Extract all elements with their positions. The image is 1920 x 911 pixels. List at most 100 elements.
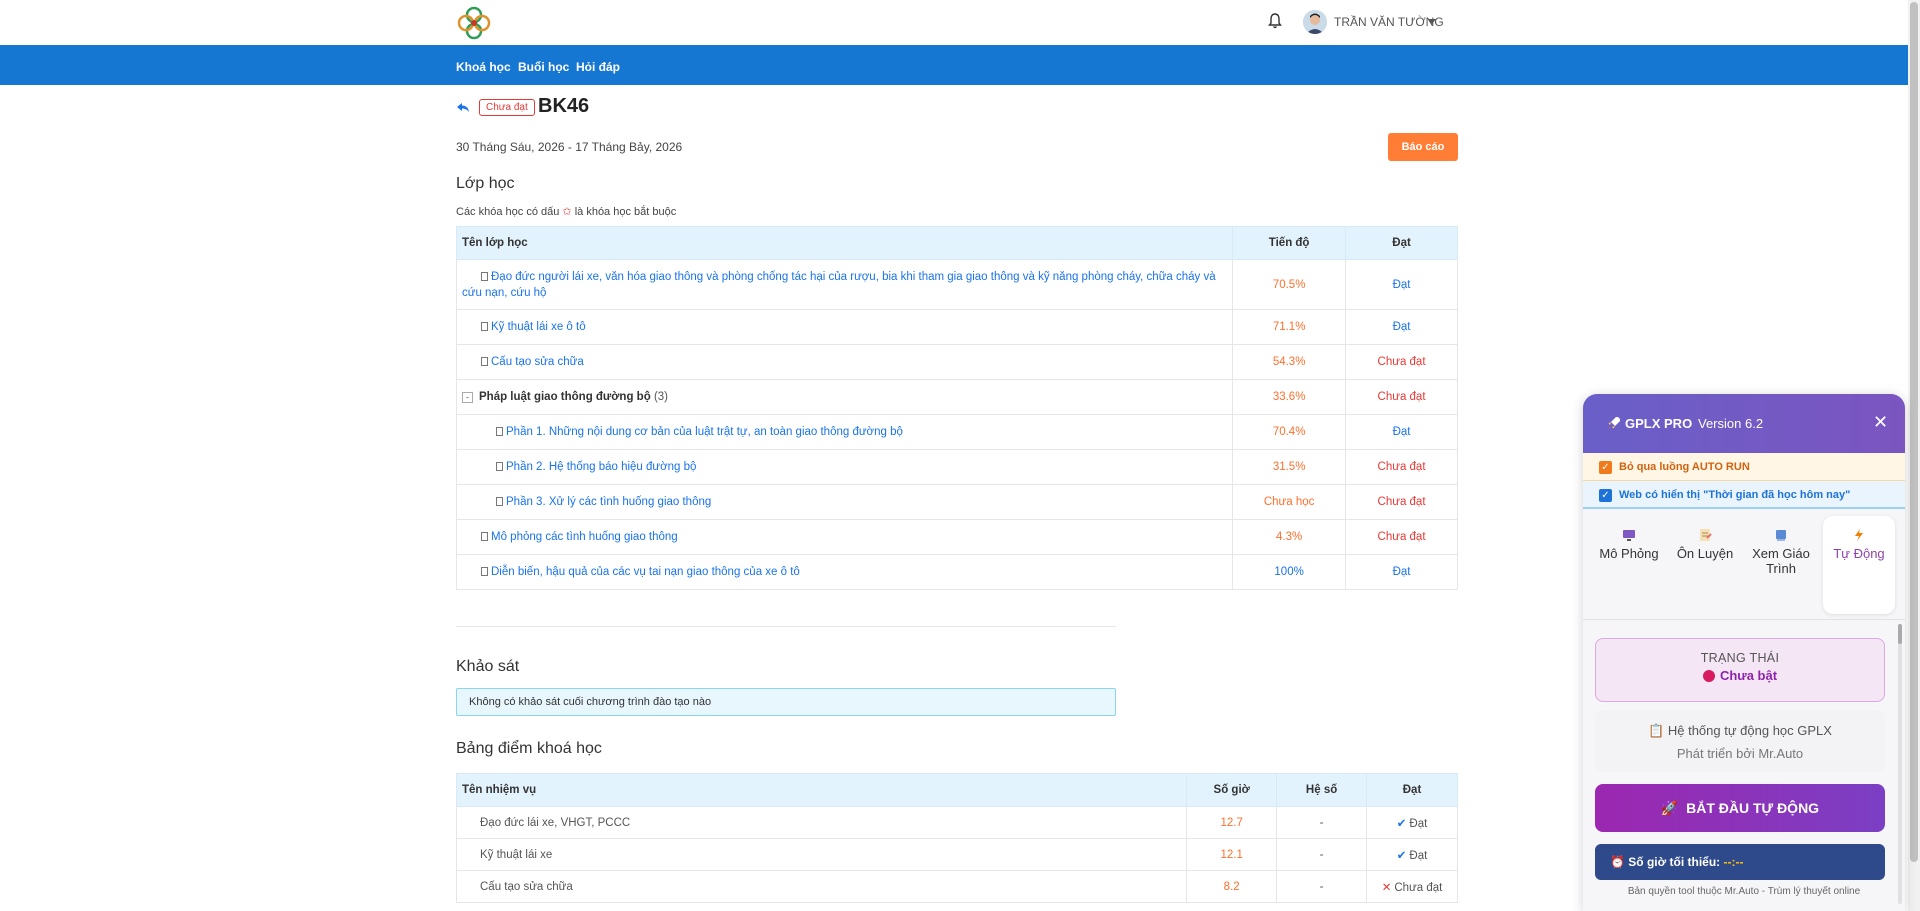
class-link[interactable]: Diễn biến, hậu quả của các vụ tai nạn gi… <box>491 566 800 578</box>
document-icon <box>496 462 503 471</box>
task-name: Kỹ thuật lái xe <box>455 838 1188 871</box>
col-header-progress: Tiến độ <box>1232 226 1347 260</box>
option-skip-autorun[interactable]: ✓ Bỏ qua luồng AUTO RUN <box>1583 453 1905 481</box>
document-icon <box>481 357 488 366</box>
progress-value: 4.3% <box>1232 519 1347 555</box>
scores-title: Bảng điểm khoá học <box>456 740 602 757</box>
result-value: Đạt <box>1345 309 1458 345</box>
cross-icon: ✕ <box>1381 881 1392 894</box>
result-value: Đạt <box>1345 259 1458 310</box>
table-row: Phần 1. Những nội dung cơ bản của luật t… <box>455 414 1458 450</box>
table-header-row: Tên lớp học Tiến độ Đạt <box>455 226 1458 260</box>
status-label: TRẠNG THÁI <box>1700 651 1780 665</box>
lightning-icon <box>1855 529 1863 541</box>
avatar[interactable] <box>1303 10 1327 34</box>
progress-value: 70.5% <box>1232 259 1347 310</box>
table-row: Diễn biến, hậu quả của các vụ tai nạn gi… <box>455 554 1458 590</box>
rocket-icon <box>1608 417 1620 429</box>
class-link[interactable]: Đạo đức người lái xe, văn hóa giao thông… <box>462 271 1216 299</box>
document-icon <box>481 322 488 331</box>
date-range: 30 Tháng Sáu, 2026 - 17 Tháng Bảy, 2026 <box>456 140 683 154</box>
document-icon <box>496 497 503 506</box>
nav-item-sessions[interactable]: Buổi học <box>518 60 569 74</box>
option-web-time[interactable]: ✓ Web có hiển thị "Thời gian đã học hôm … <box>1583 481 1905 509</box>
class-link[interactable]: Phần 3. Xử lý các tình huống giao thông <box>506 496 711 508</box>
hours-value: 12.1 <box>1186 838 1278 871</box>
table-row: Phần 3. Xử lý các tình huống giao thông … <box>455 484 1458 520</box>
gplx-pro-panel: GPLX PRO Version 6.2 ✕ ✓ Bỏ qua luồng AU… <box>1583 394 1905 911</box>
document-icon <box>481 532 488 541</box>
page-scrollbar-thumb[interactable] <box>1910 2 1918 862</box>
result-value: Đạt <box>1409 817 1428 830</box>
system-info-box: 📋 Hệ thống tự động học GPLX Phát triển b… <box>1595 710 1885 772</box>
status-badge: Chưa đạt <box>479 99 535 116</box>
book-icon <box>1776 530 1786 541</box>
check-icon: ✔ <box>1396 849 1407 862</box>
tab-auto[interactable]: Tự Động <box>1823 516 1895 614</box>
document-icon <box>481 271 488 281</box>
class-link[interactable]: Phần 2. Hệ thống báo hiệu đường bộ <box>506 461 696 473</box>
min-hours-value: --:-- <box>1723 855 1744 869</box>
panel-tabs: Mô Phỏng Ôn Luyện Xem Giáo Trình Tự Động <box>1583 512 1905 620</box>
class-link[interactable]: Phần 1. Những nội dung cơ bản của luật t… <box>506 426 903 438</box>
nav-item-courses[interactable]: Khoá học <box>456 60 511 74</box>
result-value: Chưa đạt <box>1345 519 1458 555</box>
nav-item-qa[interactable]: Hỏi đáp <box>576 60 620 74</box>
min-hours-label: Số giờ tối thiểu: <box>1628 855 1721 869</box>
start-auto-button[interactable]: 🚀 BẮT ĐẦU TỰ ĐỘNG <box>1595 784 1885 832</box>
result-value: Chưa đạt <box>1345 379 1458 415</box>
table-row: Đạo đức người lái xe, văn hóa giao thông… <box>455 259 1458 310</box>
survey-title: Khảo sát <box>456 658 520 675</box>
coefficient-value: - <box>1276 806 1368 839</box>
collapse-toggle[interactable]: - <box>462 392 473 403</box>
checkbox-web-time[interactable]: ✓ <box>1599 489 1612 502</box>
status-dot-icon <box>1702 670 1715 682</box>
table-header-row: Tên nhiệm vụ Số giờ Hệ số Đạt <box>455 773 1458 807</box>
checkbox-skip-autorun[interactable]: ✓ <box>1599 461 1612 474</box>
group-name[interactable]: Pháp luật giao thông đường bộ <box>479 391 651 403</box>
progress-value: 33.6% <box>1232 379 1347 415</box>
class-link[interactable]: Kỹ thuật lái xe ô tô <box>491 321 586 333</box>
document-icon <box>496 427 503 436</box>
classes-table: Tên lớp học Tiến độ Đạt Đạo đức người lá… <box>455 226 1458 590</box>
section-divider <box>456 626 1116 627</box>
option-web-label: Web có hiển thị "Thời gian đã học hôm na… <box>1619 489 1851 501</box>
task-name: Cấu tạo sửa chữa <box>455 870 1188 903</box>
table-row: Kỹ thuật lái xe 12.1 - ✔ Đạt <box>455 838 1458 871</box>
progress-value: Chưa học <box>1232 484 1347 520</box>
tab-simulation[interactable]: Mô Phỏng <box>1593 516 1665 614</box>
result-value: Chưa đạt <box>1345 344 1458 380</box>
result-value: Đạt <box>1345 554 1458 590</box>
tab-textbook[interactable]: Xem Giáo Trình <box>1745 516 1817 614</box>
class-link[interactable]: Mô phỏng các tình huống giao thông <box>491 531 678 543</box>
panel-scrollbar[interactable] <box>1898 624 1902 904</box>
hours-value: 8.2 <box>1186 870 1278 903</box>
min-hours-bar: ⏰ Số giờ tối thiểu: --:-- <box>1595 844 1885 880</box>
progress-value: 54.3% <box>1232 344 1347 380</box>
coefficient-value: - <box>1276 838 1368 871</box>
check-icon: ✔ <box>1396 817 1407 830</box>
bell-icon[interactable] <box>1268 13 1282 29</box>
panel-scrollbar-thumb[interactable] <box>1898 624 1902 644</box>
document-icon <box>481 567 488 576</box>
status-box: TRẠNG THÁI Chưa bật <box>1595 638 1885 702</box>
required-note: Các khóa học có dấu ✩ là khóa học bắt bu… <box>456 205 676 218</box>
classes-title: Lớp học <box>456 175 515 192</box>
hours-value: 12.7 <box>1186 806 1278 839</box>
panel-version: Version 6.2 <box>1698 416 1764 431</box>
logo[interactable] <box>455 4 493 42</box>
monitor-icon <box>1623 530 1635 541</box>
progress-value: 100% <box>1232 554 1347 590</box>
back-arrow-icon[interactable] <box>456 100 470 114</box>
caret-down-icon[interactable] <box>1428 19 1436 24</box>
tab-practice[interactable]: Ôn Luyện <box>1669 516 1741 614</box>
class-link[interactable]: Cấu tạo sửa chữa <box>491 356 584 368</box>
report-button[interactable]: Báo cáo <box>1388 133 1458 161</box>
notepad-icon <box>1700 529 1712 541</box>
note-text-after: là khóa học bắt buộc <box>574 206 677 218</box>
col-header-result: Đạt <box>1345 226 1458 260</box>
close-icon[interactable]: ✕ <box>1873 412 1888 433</box>
status-value: Chưa bật <box>1719 668 1778 683</box>
scores-table: Tên nhiệm vụ Số giờ Hệ số Đạt Đạo đức lá… <box>455 773 1458 903</box>
col-header-result: Đạt <box>1366 773 1458 807</box>
